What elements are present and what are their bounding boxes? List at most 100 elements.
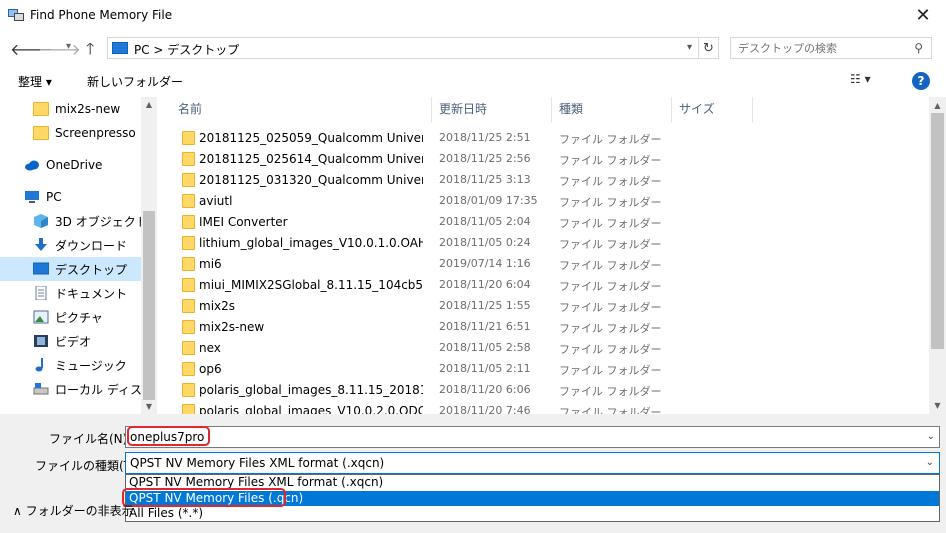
nav-item-label: OneDrive	[46, 158, 103, 172]
file-name: op6	[199, 362, 222, 376]
file-row[interactable]: mi6 2019/07/14 1:16 ファイル フォルダー	[159, 254, 759, 275]
file-row[interactable]: polaris_global_images_V10.0.2.0.ODGMIF..…	[159, 401, 759, 414]
address-bar[interactable]: PC > デスクトップ ▾	[107, 37, 699, 59]
file-type: ファイル フォルダー	[559, 133, 662, 146]
column-header-label: 種類	[559, 102, 584, 116]
nav-item-onedrive[interactable]: OneDrive	[0, 153, 141, 177]
scroll-down-icon[interactable]: ▼	[929, 401, 946, 410]
file-date: 2019/07/14 1:16	[439, 257, 531, 270]
recent-locations-chevron-icon[interactable]: ▾	[66, 41, 80, 57]
file-row[interactable]: aviutl 2018/01/09 17:35 ファイル フォルダー	[159, 191, 759, 212]
nav-item-local-disk[interactable]: ローカル ディスク (C	[0, 377, 157, 401]
column-header-name[interactable]: 名前	[159, 97, 432, 122]
file-row[interactable]: 20181125_025614_Qualcomm Universal[8... 2…	[159, 149, 759, 170]
file-row[interactable]: mix2s-new 2018/11/21 6:51 ファイル フォルダー	[159, 317, 759, 338]
file-date: 2018/11/05 2:11	[439, 362, 531, 375]
nav-item-3d-objects[interactable]: 3D オブジェクト	[0, 209, 148, 233]
folder-icon	[33, 102, 49, 116]
forward-arrow-icon[interactable]: 🡒	[38, 39, 81, 59]
close-button[interactable]: ✕	[900, 0, 946, 31]
file-row[interactable]: op6 2018/11/05 2:11 ファイル フォルダー	[159, 359, 759, 380]
file-name: polaris_global_images_8.11.15_20181115..…	[199, 383, 423, 397]
nav-item-documents[interactable]: ドキュメント	[0, 281, 141, 305]
view-options-button[interactable]: ☷ ▾	[850, 72, 871, 86]
column-header-label: サイズ	[679, 102, 715, 116]
scroll-down-icon[interactable]: ▼	[141, 402, 157, 411]
column-header-type[interactable]: 種類	[552, 97, 672, 122]
file-name: miui_MIMIX2SGlobal_8.11.15_104cb55b21...	[199, 278, 423, 292]
filetype-option-all-files[interactable]: All Files (*.*)	[126, 506, 939, 521]
command-bar: 整理 ▾ 新しいフォルダー ☷ ▾ ?	[0, 67, 946, 95]
file-type: ファイル フォルダー	[559, 217, 662, 230]
chevron-down-icon[interactable]: ⌄	[926, 457, 934, 468]
search-box[interactable]: ⚲	[730, 37, 932, 59]
app-icon	[8, 8, 24, 22]
folder-icon	[182, 299, 195, 313]
pc-icon	[112, 42, 128, 54]
file-row[interactable]: polaris_global_images_8.11.15_20181115..…	[159, 380, 759, 401]
annotation-highlight-box	[127, 426, 210, 446]
refresh-icon[interactable]: ↻	[699, 37, 719, 59]
folder-icon	[182, 194, 195, 208]
nav-item-desktop[interactable]: デスクトップ	[0, 257, 141, 281]
filetype-select[interactable]: QPST NV Memory Files XML format (.xqcn) …	[125, 452, 940, 474]
file-row[interactable]: 20181125_031320_Qualcomm Universal[8... 2…	[159, 170, 759, 191]
organize-button[interactable]: 整理 ▾	[18, 73, 52, 90]
file-name: mix2s-new	[199, 320, 265, 334]
pc-icon	[24, 190, 40, 204]
nav-item-videos[interactable]: ビデオ	[0, 329, 141, 353]
file-list-scrollbar-thumb[interactable]	[931, 113, 944, 349]
nav-item-pc[interactable]: PC	[0, 185, 141, 209]
column-header-size[interactable]: サイズ	[672, 97, 753, 122]
file-name: 20181125_025614_Qualcomm Universal[8...	[199, 152, 423, 166]
sort-ascending-icon: ^	[298, 97, 306, 104]
file-row[interactable]: miui_MIMIX2SGlobal_8.11.15_104cb55b21...…	[159, 275, 759, 296]
folder-icon	[182, 383, 195, 397]
navigation-pane[interactable]: mix2s-new Screenpresso OneDrive PC 3D オブ…	[0, 97, 157, 414]
folder-icon	[182, 404, 195, 414]
column-header-label: 更新日時	[439, 102, 488, 116]
file-type: ファイル フォルダー	[559, 238, 662, 251]
nav-item-pictures[interactable]: ピクチャ	[0, 305, 141, 329]
search-input[interactable]	[738, 40, 908, 56]
nav-item-downloads[interactable]: ダウンロード	[0, 233, 141, 257]
file-type: ファイル フォルダー	[559, 154, 662, 167]
download-icon	[33, 238, 49, 252]
new-folder-button[interactable]: 新しいフォルダー	[87, 73, 183, 90]
chevron-down-icon[interactable]: ▾	[687, 42, 692, 53]
file-date: 2018/11/20 6:06	[439, 383, 531, 396]
file-type: ファイル フォルダー	[559, 364, 662, 377]
nav-item-label: ダウンロード	[55, 238, 128, 253]
scroll-up-icon[interactable]: ▲	[929, 101, 946, 110]
file-row[interactable]: lithium_global_images_V10.0.1.0.OAHMIF..…	[159, 233, 759, 254]
file-type: ファイル フォルダー	[559, 280, 662, 293]
nav-item-screenpresso[interactable]: Screenpresso	[0, 121, 141, 145]
file-row[interactable]: 20181125_025059_Qualcomm Universal[8... 2…	[159, 128, 759, 149]
hide-folders-button[interactable]: ∧ フォルダーの非表示	[13, 502, 134, 519]
nav-item-label: 3D オブジェクト	[55, 214, 148, 229]
file-type: ファイル フォルダー	[559, 175, 662, 188]
file-row[interactable]: nex 2018/11/05 2:58 ファイル フォルダー	[159, 338, 759, 359]
file-type: ファイル フォルダー	[559, 196, 662, 209]
file-date: 2018/11/25 3:13	[439, 173, 531, 186]
breadcrumb[interactable]: PC > デスクトップ	[134, 41, 239, 58]
scroll-up-icon[interactable]: ▲	[141, 100, 157, 109]
nav-item-music[interactable]: ミュージック	[0, 353, 141, 377]
file-name: polaris_global_images_V10.0.2.0.ODGMIF..…	[199, 404, 423, 414]
help-icon[interactable]: ?	[912, 72, 930, 90]
filename-combobox[interactable]: oneplus7pro ⌄	[125, 426, 940, 448]
column-header-date[interactable]: 更新日時	[432, 97, 552, 122]
file-row[interactable]: IMEI Converter 2018/11/05 2:04 ファイル フォルダー	[159, 212, 759, 233]
file-row[interactable]: mix2s 2018/11/25 1:55 ファイル フォルダー	[159, 296, 759, 317]
file-name: 20181125_031320_Qualcomm Universal[8...	[199, 173, 423, 187]
file-type: ファイル フォルダー	[559, 259, 662, 272]
chevron-down-icon[interactable]: ⌄	[927, 431, 935, 442]
up-arrow-icon[interactable]: 🡑	[86, 38, 106, 58]
nav-item-mix2s-new[interactable]: mix2s-new	[0, 97, 141, 121]
file-list[interactable]: 名前 ^ 更新日時 種類 サイズ 20181125_025059_Qualcom…	[159, 97, 946, 414]
folder-icon	[182, 152, 195, 166]
file-type: ファイル フォルダー	[559, 301, 662, 314]
nav-scrollbar-thumb[interactable]	[143, 211, 155, 400]
back-arrow-icon[interactable]: 🡐	[10, 39, 53, 59]
file-date: 2018/11/25 2:56	[439, 152, 531, 165]
